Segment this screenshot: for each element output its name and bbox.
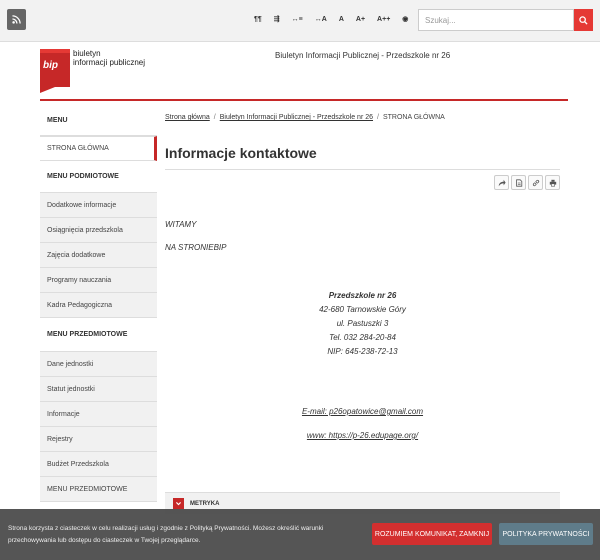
paragraph-spacing-tool[interactable]: ⇶: [274, 13, 280, 27]
link-icon[interactable]: [528, 175, 543, 190]
breadcrumb-home-link[interactable]: Strona główna: [165, 114, 210, 121]
sidebar-podmiotowe-heading: MENU PODMIOTOWE: [40, 161, 157, 193]
article-actions: [492, 175, 560, 190]
sidebar-przedmiotowe-heading: MENU PRZEDMIOTOWE: [40, 318, 157, 352]
line-height-tool[interactable]: ¶¶: [254, 13, 262, 27]
font-size-large[interactable]: A+: [356, 13, 365, 27]
bip-logo-mark: bip: [40, 49, 70, 87]
address-line-1: 42-680 Tarnowskie Góry: [319, 305, 406, 314]
org-name: Przedszkole nr 26: [328, 291, 397, 300]
phone-number: Tel. 032 284-20-84: [329, 333, 396, 342]
welcome-line-2: NA STRONIEBIP: [165, 243, 227, 252]
search-input[interactable]: [418, 9, 574, 31]
breadcrumb-bip-link[interactable]: Biuletyn Informacji Publicznej - Przedsz…: [220, 114, 373, 121]
sidebar-item-menu-przedmiotowe[interactable]: MENU PRZEDMIOTOWE: [40, 477, 157, 502]
sidebar: MENU STRONA GŁÓWNA MENU PODMIOTOWE Dodat…: [40, 106, 157, 502]
sidebar-item-dodatkowe[interactable]: Dodatkowe informacje: [40, 193, 157, 218]
sidebar-item-kadra[interactable]: Kadra Pedagogiczna: [40, 293, 157, 318]
www-link[interactable]: www: https://p-26.edupage.org/: [307, 431, 418, 440]
contact-address: Przedszkole nr 26 42-680 Tarnowskie Góry…: [165, 289, 560, 359]
address-line-2: ul. Pastuszki 3: [336, 319, 389, 328]
welcome-line-1: WITAMY: [165, 220, 197, 229]
sidebar-item-home[interactable]: STRONA GŁÓWNA: [40, 136, 157, 161]
cookie-text: Strona korzysta z ciasteczek w celu real…: [8, 525, 324, 544]
top-toolbar: ¶¶ ⇶ ↔≡ ↔A A A+ A++ ◉: [0, 0, 600, 42]
header-divider: [40, 99, 568, 101]
cookie-banner: Strona korzysta z ciasteczek w celu real…: [0, 509, 600, 560]
document-icon[interactable]: [511, 175, 526, 190]
sidebar-item-dane[interactable]: Dane jednostki: [40, 352, 157, 377]
cookie-accept-button[interactable]: ROZUMIEM KOMUNIKAT, ZAMKNIJ: [372, 523, 492, 545]
chevron-down-icon: [173, 498, 184, 509]
rss-icon[interactable]: [7, 9, 26, 30]
sidebar-item-informacje[interactable]: Informacje: [40, 402, 157, 427]
sidebar-item-programy[interactable]: Programy nauczania: [40, 268, 157, 293]
breadcrumb-current: STRONA GŁÓWNA: [382, 114, 445, 121]
search-button[interactable]: [574, 9, 593, 31]
sidebar-item-osiagniecia[interactable]: Osiągnięcia przedszkola: [40, 218, 157, 243]
font-size-xlarge[interactable]: A++: [377, 13, 390, 27]
line-spacing-tool[interactable]: ↔≡: [292, 13, 303, 27]
privacy-policy-button[interactable]: POLITYKA PRYWATNOŚCI: [499, 523, 593, 545]
sidebar-item-rejestry[interactable]: Rejestry: [40, 427, 157, 452]
sidebar-item-statut[interactable]: Statut jednostki: [40, 377, 157, 402]
email-row: E-mail: p26opatowice@gmail.com: [165, 405, 560, 419]
bip-logo[interactable]: bip biuletyn informacji publicznej: [40, 49, 150, 93]
print-icon[interactable]: [545, 175, 560, 190]
letter-spacing-tool[interactable]: ↔A: [315, 13, 327, 27]
sidebar-item-zajecia[interactable]: Zajęcia dodatkowe: [40, 243, 157, 268]
accessibility-tools: ¶¶ ⇶ ↔≡ ↔A A A+ A++ ◉: [254, 13, 420, 27]
contrast-icon[interactable]: ◉: [402, 13, 408, 27]
font-size-normal[interactable]: A: [339, 13, 344, 27]
bip-logo-tail: [40, 87, 55, 93]
share-icon[interactable]: [494, 175, 509, 190]
title-divider: [165, 169, 560, 170]
metryka-label: METRYKA: [190, 500, 220, 507]
search-icon: [579, 15, 588, 25]
sidebar-menu-heading: MENU: [40, 106, 157, 136]
email-link[interactable]: E-mail: p26opatowice@gmail.com: [302, 407, 423, 416]
page-title: Informacje kontaktowe: [165, 145, 317, 161]
site-title: Biuletyn Informacji Publicznej - Przedsz…: [275, 51, 451, 60]
bip-logo-text: biuletyn informacji publicznej: [73, 49, 146, 67]
breadcrumb: Strona główna / Biuletyn Informacji Public…: [165, 114, 445, 121]
nip-number: NIP: 645-238-72-13: [327, 347, 398, 356]
sidebar-item-budzet[interactable]: Budżet Przedszkola: [40, 452, 157, 477]
www-row: www: https://p-26.edupage.org/: [165, 429, 560, 443]
